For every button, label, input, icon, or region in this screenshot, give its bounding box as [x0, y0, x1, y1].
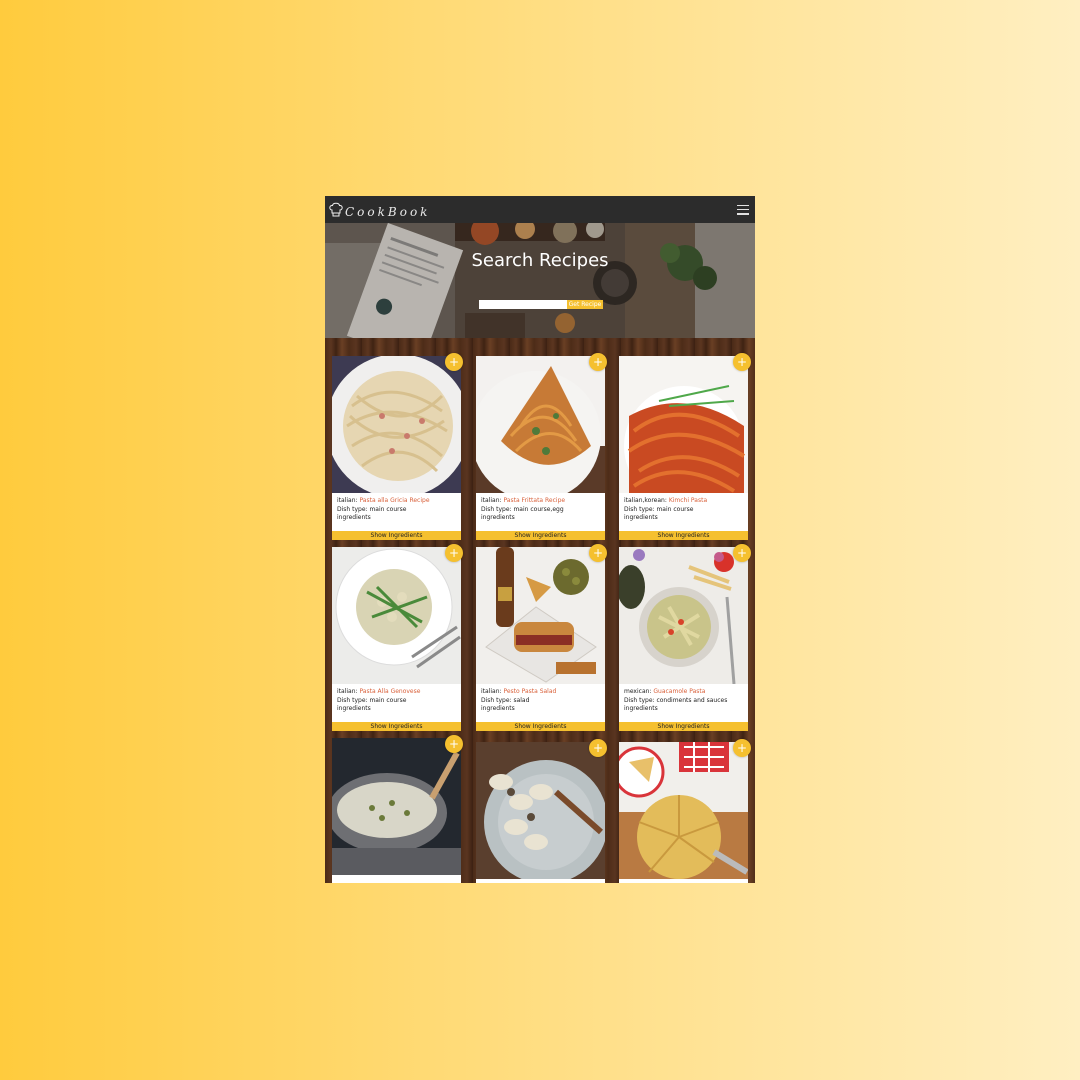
recipe-info: italian: Pasta alla Gricia Recipe Dish t… — [337, 497, 458, 523]
recipe-card: italian: Pesto Pasta Salad Dish type: sa… — [476, 547, 605, 731]
hero-overlay — [325, 223, 755, 338]
recipe-title-link[interactable]: Pesto Pasta Salad — [503, 688, 556, 695]
add-recipe-button[interactable]: + — [733, 353, 751, 371]
recipe-photo[interactable] — [332, 738, 461, 875]
recipe-photo[interactable] — [332, 356, 461, 493]
add-recipe-button[interactable]: + — [733, 544, 751, 562]
navbar: CookBook — [325, 196, 755, 223]
recipe-ingredients-label: ingredients — [624, 705, 658, 713]
add-recipe-button[interactable]: + — [445, 544, 463, 562]
recipe-cuisine: italian,korean: — [624, 497, 667, 504]
recipe-info: italian: Pasta Alla Genovese Dish type: … — [337, 688, 458, 714]
recipe-title-link[interactable]: Pasta Frittata Recipe — [503, 497, 565, 504]
recipe-info: mexican: Guacamole Pasta Dish type: cond… — [624, 688, 745, 714]
show-ingredients-button[interactable]: Show Ingredients — [619, 531, 748, 540]
recipe-card — [619, 742, 748, 883]
recipe-cuisine: italian: — [337, 497, 358, 504]
recipe-dish-type: Dish type: main course,egg — [481, 505, 564, 513]
recipe-title-link[interactable]: Pasta Alla Genovese — [359, 688, 420, 695]
recipe-photo[interactable] — [332, 547, 461, 684]
add-recipe-button[interactable]: + — [589, 353, 607, 371]
recipe-ingredients-label: ingredients — [481, 705, 515, 713]
recipe-photo[interactable] — [619, 742, 748, 879]
recipe-photo[interactable] — [619, 356, 748, 493]
recipe-card — [332, 738, 461, 883]
recipe-card: italian: Pasta Alla Genovese Dish type: … — [332, 547, 461, 731]
recipe-dish-type: Dish type: main course — [337, 696, 407, 704]
search-input[interactable] — [479, 300, 567, 309]
recipe-photo[interactable] — [476, 356, 605, 493]
recipe-info: italian: Pasta Frittata Recipe Dish type… — [481, 497, 602, 523]
recipe-photo[interactable] — [476, 742, 605, 879]
recipe-ingredients-label: ingredients — [624, 514, 658, 522]
recipe-card: italian: Pasta alla Gricia Recipe Dish t… — [332, 356, 461, 540]
recipe-card: mexican: Guacamole Pasta Dish type: cond… — [619, 547, 748, 731]
show-ingredients-button[interactable]: Show Ingredients — [476, 722, 605, 731]
add-recipe-button[interactable]: + — [445, 735, 463, 753]
show-ingredients-button[interactable]: Show Ingredients — [332, 531, 461, 540]
recipe-card — [476, 742, 605, 883]
recipe-cuisine: italian: — [481, 688, 502, 695]
chef-hat-icon — [329, 202, 343, 218]
page-title: Search Recipes — [471, 250, 609, 271]
add-recipe-button[interactable]: + — [733, 739, 751, 757]
recipe-dish-type: Dish type: salad — [481, 696, 530, 704]
recipe-dish-type: Dish type: condiments and sauces — [624, 696, 728, 704]
recipe-dish-type: Dish type: main course — [337, 505, 407, 513]
recipe-card: italian: Pasta Frittata Recipe Dish type… — [476, 356, 605, 540]
recipe-info: italian: Pesto Pasta Salad Dish type: sa… — [481, 688, 602, 714]
recipe-cuisine: mexican: — [624, 688, 652, 695]
add-recipe-button[interactable]: + — [589, 739, 607, 757]
recipe-card: italian,korean: Kimchi Pasta Dish type: … — [619, 356, 748, 540]
recipe-photo[interactable] — [619, 547, 748, 684]
hamburger-menu-icon[interactable] — [737, 204, 749, 215]
get-recipe-button[interactable]: Get Recipe — [567, 300, 603, 309]
recipe-photo[interactable] — [476, 547, 605, 684]
cookbook-app-window: CookBook Search Recipes Get Recipe itali… — [325, 196, 755, 883]
brand-logo[interactable]: CookBook — [329, 201, 430, 219]
add-recipe-button[interactable]: + — [589, 544, 607, 562]
recipe-title-link[interactable]: Kimchi Pasta — [669, 497, 707, 504]
recipe-ingredients-label: ingredients — [337, 705, 371, 713]
recipe-title-link[interactable]: Guacamole Pasta — [653, 688, 705, 695]
recipe-ingredients-label: ingredients — [481, 514, 515, 522]
recipe-info: italian,korean: Kimchi Pasta Dish type: … — [624, 497, 745, 523]
show-ingredients-button[interactable]: Show Ingredients — [476, 531, 605, 540]
show-ingredients-button[interactable]: Show Ingredients — [619, 722, 748, 731]
add-recipe-button[interactable]: + — [445, 353, 463, 371]
recipe-ingredients-label: ingredients — [337, 514, 371, 522]
recipe-dish-type: Dish type: main course — [624, 505, 694, 513]
recipe-title-link[interactable]: Pasta alla Gricia Recipe — [359, 497, 429, 504]
show-ingredients-button[interactable]: Show Ingredients — [332, 722, 461, 731]
brand-name: CookBook — [345, 204, 431, 219]
recipe-cuisine: italian: — [481, 497, 502, 504]
hero-banner: Search Recipes — [325, 223, 755, 338]
search-bar: Get Recipe — [479, 300, 603, 309]
recipe-cuisine: italian: — [337, 688, 358, 695]
